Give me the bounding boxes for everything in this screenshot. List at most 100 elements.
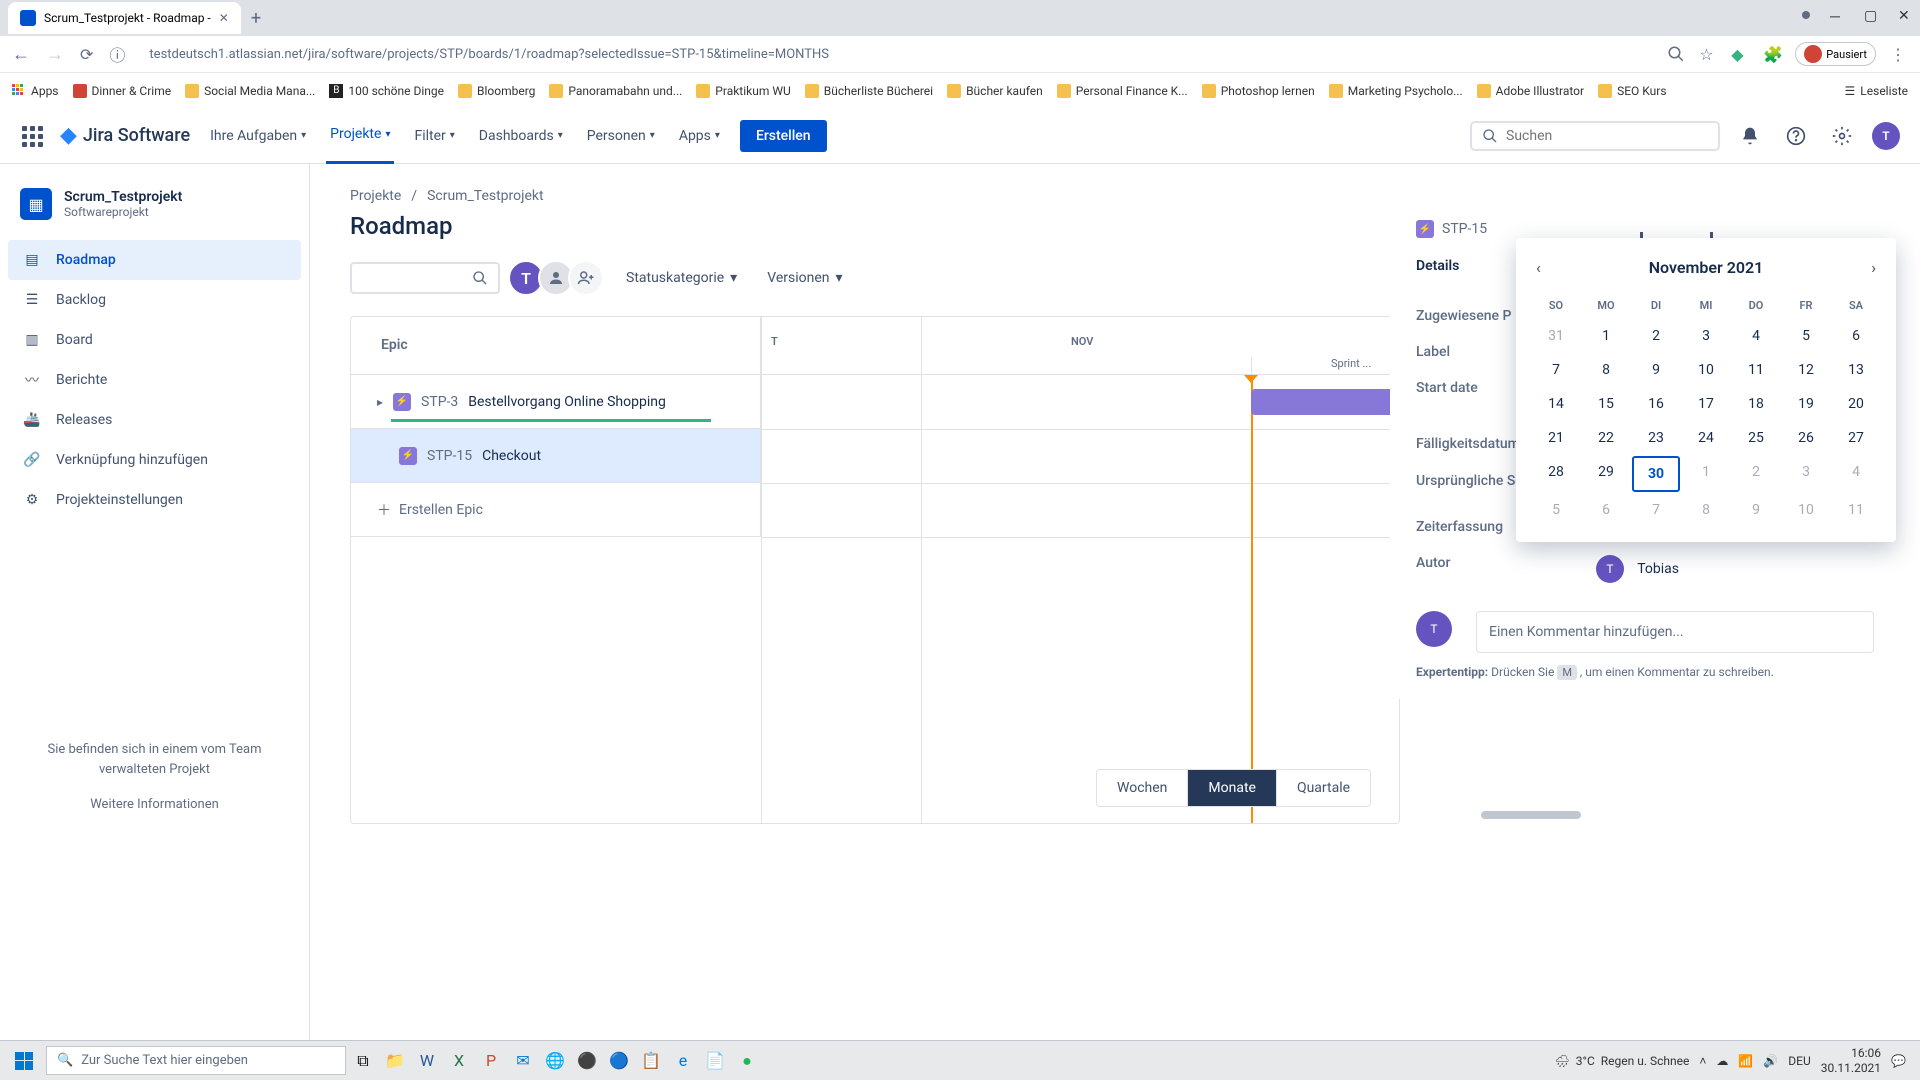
task-view-icon[interactable]: ⧉ bbox=[348, 1046, 378, 1076]
powerpoint-icon[interactable]: P bbox=[476, 1046, 506, 1076]
calendar-day[interactable]: 7 bbox=[1632, 494, 1680, 526]
start-button[interactable] bbox=[4, 1041, 44, 1081]
app-icon[interactable]: 📋 bbox=[636, 1046, 666, 1076]
obs-icon[interactable]: ⚫ bbox=[572, 1046, 602, 1076]
calendar-day[interactable]: 28 bbox=[1532, 456, 1580, 492]
horizontal-scrollbar[interactable] bbox=[1481, 811, 1581, 819]
file-explorer-icon[interactable]: 📁 bbox=[380, 1046, 410, 1076]
calendar-day[interactable]: 30 bbox=[1632, 456, 1680, 492]
create-button[interactable]: Erstellen bbox=[740, 120, 827, 152]
menu-dots-icon[interactable]: ⋮ bbox=[1890, 45, 1908, 63]
project-header[interactable]: ▦ Scrum_Testprojekt Softwareprojekt bbox=[8, 188, 301, 240]
app-icon[interactable]: 🔵 bbox=[604, 1046, 634, 1076]
browser-tab[interactable]: Scrum_Testprojekt - Roadmap - ✕ bbox=[8, 2, 241, 34]
nav-filters[interactable]: Filter▾ bbox=[410, 108, 458, 164]
bookmark-item[interactable]: Praktikum WU bbox=[696, 84, 790, 98]
bookmark-item[interactable]: Bücher kaufen bbox=[947, 84, 1043, 98]
breadcrumb-projects[interactable]: Projekte bbox=[350, 188, 401, 204]
sidebar-item-roadmap[interactable]: ▤Roadmap bbox=[8, 240, 301, 280]
bookmark-item[interactable]: Adobe Illustrator bbox=[1477, 84, 1584, 98]
notifications-icon[interactable] bbox=[1734, 120, 1766, 152]
add-people-button[interactable] bbox=[568, 260, 604, 296]
calendar-day[interactable]: 22 bbox=[1582, 422, 1630, 454]
calendar-day[interactable]: 3 bbox=[1682, 320, 1730, 352]
calendar-day[interactable]: 9 bbox=[1632, 354, 1680, 386]
calendar-day[interactable]: 1 bbox=[1582, 320, 1630, 352]
bookmark-apps[interactable]: Apps bbox=[12, 84, 59, 98]
expand-arrow-icon[interactable]: ▸ bbox=[377, 395, 383, 409]
calendar-day[interactable]: 21 bbox=[1532, 422, 1580, 454]
settings-gear-icon[interactable] bbox=[1826, 120, 1858, 152]
calendar-day[interactable]: 10 bbox=[1782, 494, 1830, 526]
spotify-icon[interactable]: ● bbox=[732, 1046, 762, 1076]
sidebar-item-releases[interactable]: 🚢Releases bbox=[8, 400, 301, 440]
bookmark-item[interactable]: B100 schöne Dinge bbox=[329, 84, 444, 98]
close-tab-icon[interactable]: ✕ bbox=[219, 11, 229, 25]
calendar-day[interactable]: 20 bbox=[1832, 388, 1880, 420]
calendar-day[interactable]: 4 bbox=[1732, 320, 1780, 352]
calendar-day[interactable]: 5 bbox=[1782, 320, 1830, 352]
epic-row[interactable]: ▸ ⚡ STP-3 Bestellvorgang Online Shopping bbox=[351, 375, 761, 429]
breadcrumb-project[interactable]: Scrum_Testprojekt bbox=[427, 188, 544, 204]
sidebar-item-settings[interactable]: ⚙Projekteinstellungen bbox=[8, 480, 301, 520]
status-category-filter[interactable]: Statuskategorie▾ bbox=[618, 264, 745, 292]
bookmark-item[interactable]: SEO Kurs bbox=[1598, 84, 1666, 98]
nav-apps[interactable]: Apps▾ bbox=[675, 108, 724, 164]
calendar-day[interactable]: 11 bbox=[1732, 354, 1780, 386]
calendar-day[interactable]: 4 bbox=[1832, 456, 1880, 492]
calendar-day[interactable]: 27 bbox=[1832, 422, 1880, 454]
help-icon[interactable] bbox=[1780, 120, 1812, 152]
calendar-day[interactable]: 5 bbox=[1532, 494, 1580, 526]
bookmark-item[interactable]: Marketing Psycholo... bbox=[1329, 84, 1463, 98]
edge-icon[interactable]: e bbox=[668, 1046, 698, 1076]
calendar-day[interactable]: 26 bbox=[1782, 422, 1830, 454]
sidebar-more-info-link[interactable]: Weitere Informationen bbox=[28, 795, 281, 815]
tray-lang[interactable]: DEU bbox=[1788, 1054, 1810, 1068]
view-months-button[interactable]: Monate bbox=[1188, 770, 1277, 806]
calendar-day[interactable]: 17 bbox=[1682, 388, 1730, 420]
calendar-day[interactable]: 8 bbox=[1582, 354, 1630, 386]
bookmark-item[interactable]: Dinner & Crime bbox=[73, 84, 172, 98]
tray-cloud-icon[interactable]: ☁ bbox=[1716, 1054, 1728, 1068]
maximize-icon[interactable]: ▢ bbox=[1864, 8, 1878, 22]
tray-wifi-icon[interactable]: 📶 bbox=[1738, 1054, 1753, 1068]
calendar-day[interactable]: 2 bbox=[1732, 456, 1780, 492]
calendar-day[interactable]: 15 bbox=[1582, 388, 1630, 420]
nav-people[interactable]: Personen▾ bbox=[583, 108, 659, 164]
chrome-icon[interactable]: 🌐 bbox=[540, 1046, 570, 1076]
calendar-day[interactable]: 6 bbox=[1832, 320, 1880, 352]
calendar-day[interactable]: 23 bbox=[1632, 422, 1680, 454]
calendar-day[interactable]: 29 bbox=[1582, 456, 1630, 492]
calendar-day[interactable]: 12 bbox=[1782, 354, 1830, 386]
sidebar-item-board[interactable]: ▥Board bbox=[8, 320, 301, 360]
calendar-day[interactable]: 8 bbox=[1682, 494, 1730, 526]
back-icon[interactable]: ← bbox=[12, 44, 30, 65]
epic-row-selected[interactable]: ⚡ STP-15 Checkout bbox=[351, 429, 761, 483]
roadmap-search[interactable] bbox=[350, 262, 500, 294]
zoom-icon[interactable] bbox=[1667, 45, 1685, 63]
view-weeks-button[interactable]: Wochen bbox=[1097, 770, 1188, 806]
calendar-day[interactable]: 25 bbox=[1732, 422, 1780, 454]
calendar-day[interactable]: 1 bbox=[1682, 456, 1730, 492]
bookmark-item[interactable]: Photoshop lernen bbox=[1202, 84, 1315, 98]
account-dot-icon[interactable] bbox=[1802, 11, 1810, 19]
nav-your-work[interactable]: Ihre Aufgaben▾ bbox=[206, 108, 310, 164]
minimize-icon[interactable]: ─ bbox=[1830, 8, 1844, 22]
jira-logo[interactable]: ◆ Jira Software bbox=[60, 123, 190, 148]
word-icon[interactable]: W bbox=[412, 1046, 442, 1076]
taskbar-search[interactable]: 🔍Zur Suche Text hier eingeben bbox=[46, 1046, 346, 1075]
weather-widget[interactable]: 🌧 3°C Regen u. Schnee bbox=[1554, 1054, 1689, 1068]
nav-dashboards[interactable]: Dashboards▾ bbox=[475, 108, 567, 164]
notifications-tray-icon[interactable]: 💬 bbox=[1891, 1054, 1906, 1068]
create-epic-row[interactable]: ＋Erstellen Epic bbox=[351, 483, 761, 537]
bookmark-star-icon[interactable]: ☆ bbox=[1699, 45, 1717, 63]
calendar-day[interactable]: 14 bbox=[1532, 388, 1580, 420]
calendar-day[interactable]: 18 bbox=[1732, 388, 1780, 420]
profile-avatar[interactable]: T bbox=[1872, 122, 1900, 150]
sidebar-item-add-link[interactable]: 🔗Verknüpfung hinzufügen bbox=[8, 440, 301, 480]
bookmark-item[interactable]: Bloomberg bbox=[458, 84, 535, 98]
tray-volume-icon[interactable]: 🔊 bbox=[1763, 1054, 1778, 1068]
calendar-day[interactable]: 31 bbox=[1532, 320, 1580, 352]
bookmark-item[interactable]: Bücherliste Bücherei bbox=[805, 84, 933, 98]
excel-icon[interactable]: X bbox=[444, 1046, 474, 1076]
